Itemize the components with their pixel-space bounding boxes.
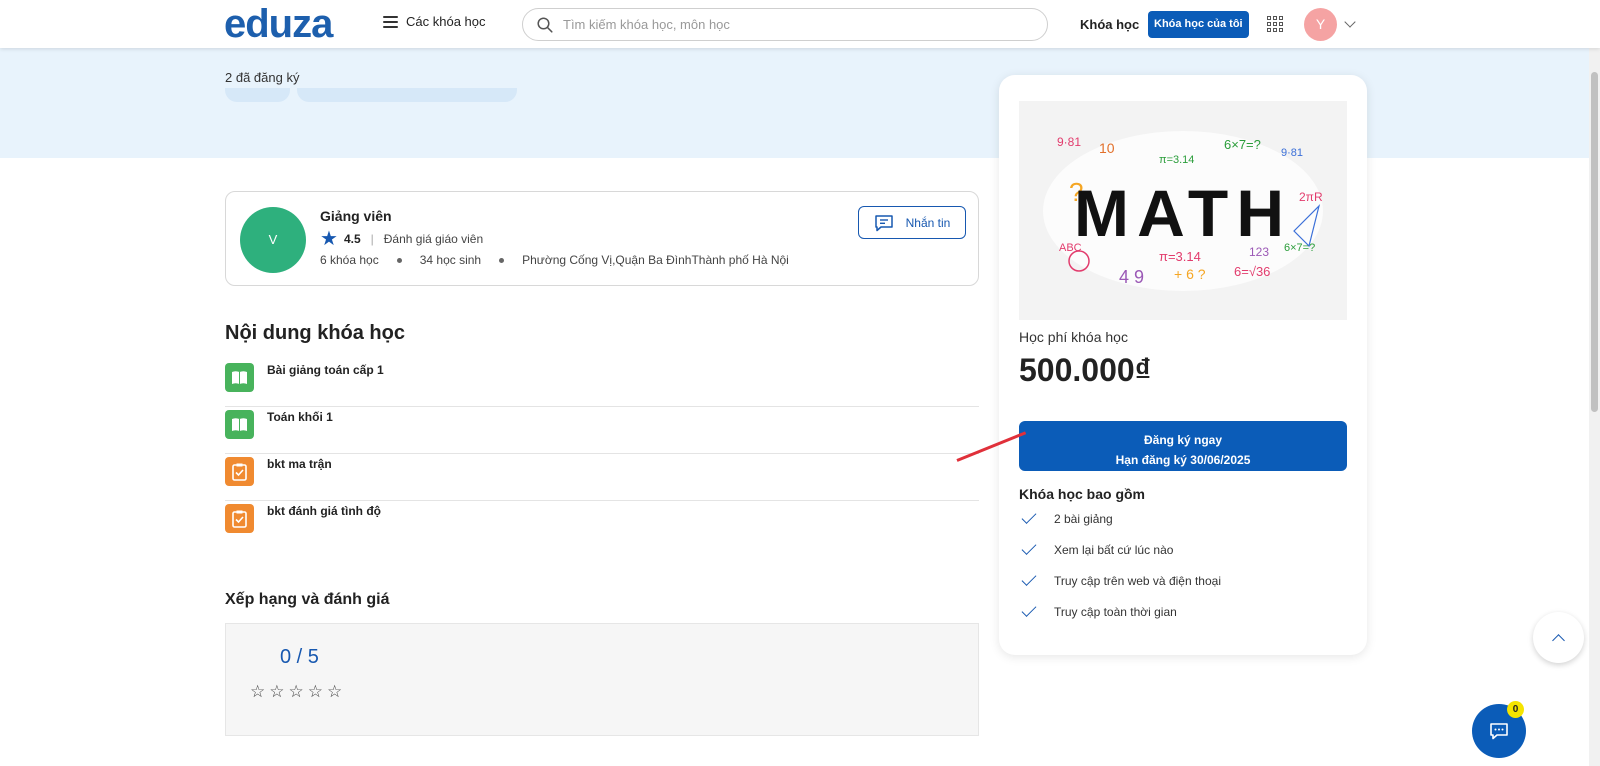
bullet-dot: [396, 257, 402, 263]
bullet-dot: [499, 257, 505, 263]
star-outline-icon: ☆: [288, 682, 304, 701]
lesson-item[interactable]: bkt ma trận: [225, 455, 979, 501]
star-outline-icon: ☆: [250, 682, 266, 701]
course-fee-label: Học phí khóa học: [1019, 329, 1128, 345]
book-icon: [225, 363, 254, 392]
star-outline-icon: ☆: [269, 682, 285, 701]
message-button[interactable]: Nhắn tin: [858, 206, 966, 239]
svg-text:10: 10: [1099, 140, 1115, 156]
svg-text:6=√36: 6=√36: [1234, 264, 1270, 279]
apps-grid-icon[interactable]: [1267, 16, 1283, 32]
instructor-card: V Giảng viên ★ 4.5 | Đánh giá giáo viên …: [225, 191, 979, 286]
scrollbar-thumb[interactable]: [1591, 72, 1598, 412]
includes-item: Xem lại bất cứ lúc nào: [1019, 540, 1174, 557]
chevron-down-icon[interactable]: [1344, 16, 1356, 28]
user-avatar[interactable]: Y: [1304, 8, 1337, 41]
course-content-title: Nội dung khóa học: [225, 322, 405, 344]
enroll-deadline: Hạn đăng ký 30/06/2025: [1115, 453, 1251, 467]
svg-text:+ 6 ?: + 6 ?: [1174, 266, 1206, 282]
svg-text:MATH: MATH: [1074, 176, 1284, 250]
instructor-rating: ★ 4.5 | Đánh giá giáo viên: [320, 229, 483, 249]
chat-icon: [1490, 723, 1508, 740]
clipboard-check-icon: [225, 504, 254, 533]
star-outline-icon: ☆: [327, 682, 343, 701]
check-icon: [1021, 540, 1037, 555]
message-button-label: Nhắn tin: [905, 215, 951, 230]
svg-text:ABC: ABC: [1059, 242, 1082, 254]
lesson-item[interactable]: Bài giảng toán cấp 1: [225, 361, 979, 407]
instructor-rating-value: 4.5: [343, 232, 361, 246]
instructor-course-count: 6 khóa học: [320, 253, 379, 267]
chat-unread-badge: 0: [1507, 701, 1524, 718]
message-icon: [874, 214, 893, 231]
star-filled-icon: ★: [320, 228, 338, 250]
search-input[interactable]: [563, 17, 983, 32]
lesson-title: Bài giảng toán cấp 1: [267, 363, 384, 377]
clipboard-check-icon: [225, 457, 254, 486]
svg-text:9·81: 9·81: [1057, 135, 1081, 149]
includes-item: Truy cập toàn thời gian: [1019, 602, 1177, 619]
ratings-title: Xếp hạng và đánh giá: [225, 591, 390, 608]
star-outline-icon: ☆: [307, 682, 323, 701]
svg-text:6×7=?: 6×7=?: [1284, 242, 1315, 254]
book-icon: [225, 410, 254, 439]
page-scrollbar[interactable]: [1589, 0, 1600, 766]
enroll-now-button[interactable]: Đăng ký ngay Hạn đăng ký 30/06/2025: [1019, 421, 1347, 471]
rating-score: 0 / 5: [280, 646, 319, 668]
hero-tag: [225, 88, 290, 102]
instructor-student-count: 34 học sinh: [419, 253, 482, 267]
check-icon: [1021, 509, 1037, 524]
check-icon: [1021, 602, 1037, 617]
svg-text:6×7=?: 6×7=?: [1224, 137, 1261, 152]
logo[interactable]: eduza: [224, 2, 333, 46]
course-price: 500.000₫: [1019, 352, 1152, 388]
divider: |: [370, 232, 374, 246]
course-thumbnail: 9·81 10 π=3.14 6×7=? 9·81 ? 2πR MATH ABC…: [1019, 101, 1347, 320]
instructor-avatar: V: [240, 207, 306, 273]
includes-item-label: Truy cập toàn thời gian: [1054, 605, 1177, 619]
includes-item-label: Truy cập trên web và điện thoại: [1054, 574, 1221, 588]
nav-courses-link[interactable]: Khóa học: [1080, 17, 1139, 32]
search-icon: [537, 16, 553, 33]
instructor-address: Phường Cống Vị,Quận Ba ĐìnhThành phố Hà …: [522, 253, 789, 267]
scroll-to-top-button[interactable]: [1533, 612, 1584, 663]
instructor-title: Giảng viên: [320, 208, 392, 224]
svg-text:4 9: 4 9: [1119, 267, 1144, 287]
search-bar[interactable]: [522, 8, 1048, 41]
courses-menu-button[interactable]: Các khóa học: [383, 14, 486, 29]
my-courses-button[interactable]: Khóa học của tôi: [1148, 11, 1249, 38]
hamburger-icon: [383, 15, 398, 28]
lesson-title: Toán khối 1: [267, 410, 333, 424]
top-header: eduza Các khóa học Khóa học Khóa học của…: [0, 0, 1600, 48]
hero-tag: [297, 88, 517, 102]
svg-text:9·81: 9·81: [1281, 147, 1303, 159]
lesson-title: bkt đánh giá tình độ: [267, 504, 381, 518]
instructor-stats: 6 khóa học 34 học sinh Phường Cống Vị,Qu…: [320, 253, 789, 267]
courses-menu-label: Các khóa học: [406, 14, 486, 29]
svg-text:π=3.14: π=3.14: [1159, 249, 1201, 264]
check-icon: [1021, 571, 1037, 586]
enroll-button-label: Đăng ký ngay: [1143, 433, 1223, 447]
rate-teacher-link[interactable]: Đánh giá giáo viên: [384, 232, 483, 246]
includes-item: 2 bài giảng: [1019, 509, 1113, 526]
svg-text:123: 123: [1249, 245, 1269, 259]
svg-text:2πR: 2πR: [1299, 190, 1323, 204]
lesson-title: bkt ma trận: [267, 457, 332, 471]
lesson-item[interactable]: bkt đánh giá tình độ: [225, 502, 979, 548]
includes-item-label: 2 bài giảng: [1054, 512, 1113, 526]
includes-item-label: Xem lại bất cứ lúc nào: [1054, 543, 1174, 557]
lesson-item[interactable]: Toán khối 1: [225, 408, 979, 454]
includes-item: Truy cập trên web và điện thoại: [1019, 571, 1221, 588]
course-purchase-card: 9·81 10 π=3.14 6×7=? 9·81 ? 2πR MATH ABC…: [999, 75, 1367, 655]
rating-stars: ☆ ☆ ☆ ☆ ☆: [250, 682, 342, 702]
chevron-up-icon: [1552, 633, 1565, 647]
includes-title: Khóa học bao gồm: [1019, 486, 1145, 502]
ratings-box: 0 / 5 ☆ ☆ ☆ ☆ ☆: [225, 623, 979, 736]
svg-text:π=3.14: π=3.14: [1159, 154, 1194, 166]
enrolled-count: 2 đã đăng ký: [225, 70, 300, 85]
